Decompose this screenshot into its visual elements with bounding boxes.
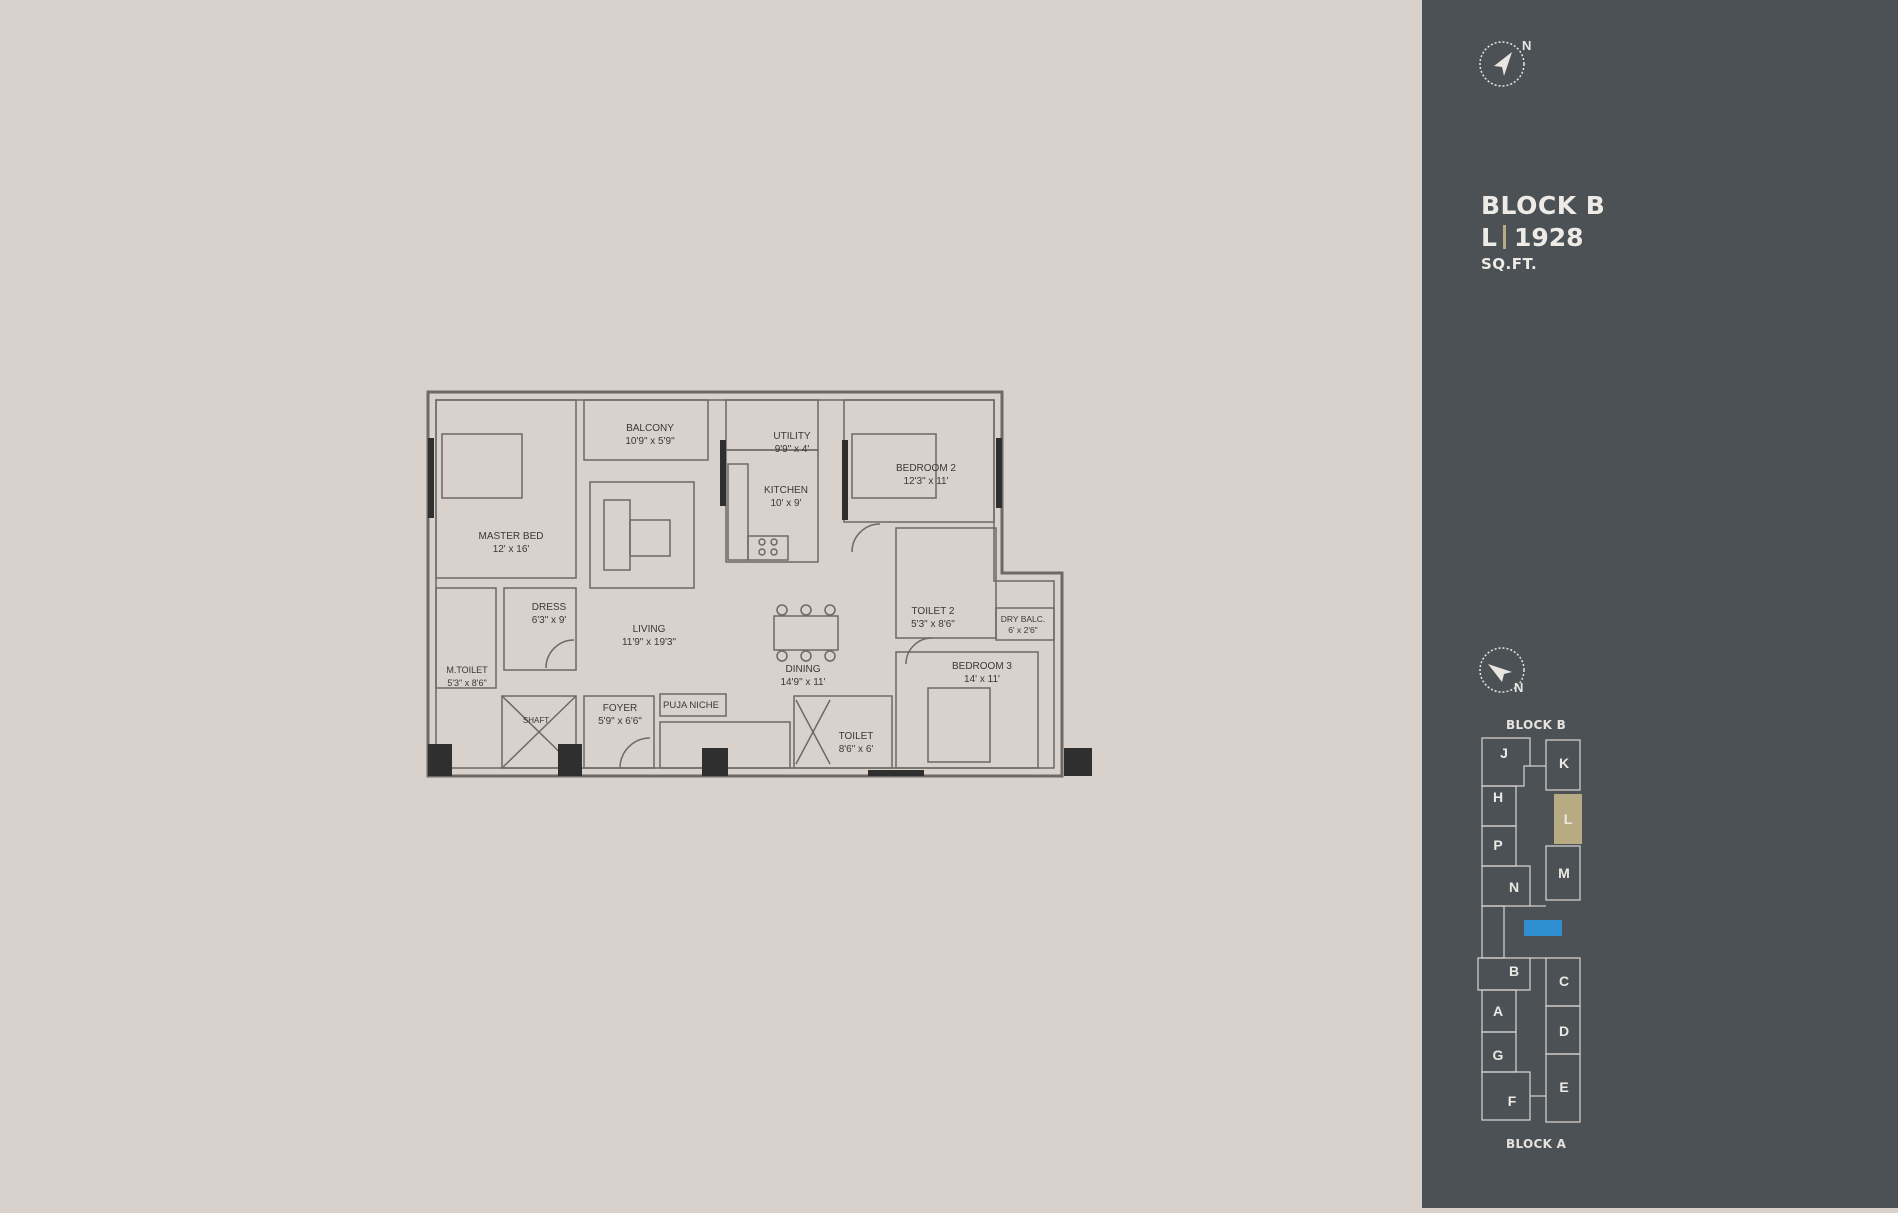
site-unit-a: A: [1493, 1003, 1503, 1019]
master-bed-furniture: [441, 433, 523, 499]
site-plan: J K H L P M N B C A D G E F: [1477, 737, 1582, 1123]
site-unit-n: N: [1509, 879, 1519, 895]
dry-balc-label: DRY BALC.: [1001, 614, 1046, 624]
toilet-label: TOILET: [839, 731, 874, 742]
m-toilet-size: 5'3" x 8'6": [447, 678, 486, 688]
m-toilet-label: M.TOILET: [446, 665, 488, 675]
unit-area-line: L 1928: [1481, 222, 1605, 254]
site-unit-f: F: [1508, 1093, 1517, 1109]
site-unit-g: G: [1493, 1047, 1504, 1063]
dress-size: 6'3" x 9': [532, 615, 567, 626]
site-unit-e: E: [1559, 1079, 1568, 1095]
dry-balc-size: 6' x 2'6": [1008, 625, 1037, 635]
site-top-label: BLOCK B: [1506, 718, 1567, 732]
utility-size: 9'9" x 4': [775, 444, 810, 455]
unit-info: BLOCK B L 1928 SQ.FT.: [1481, 190, 1605, 274]
master-bed-label: MASTER BED: [478, 531, 543, 542]
site-unit-k: K: [1559, 755, 1569, 771]
info-sidebar: N BLOCK B L 1928 SQ.FT. N BLOCK B J K H …: [1422, 0, 1898, 1208]
shaft-label: SHAFT: [523, 716, 549, 725]
toilet-size: 8'6" x 6': [839, 744, 874, 755]
block-name: BLOCK B: [1481, 191, 1606, 220]
bedroom2-room: [843, 399, 995, 523]
divider: [1502, 225, 1506, 249]
bedroom2-size: 12'3" x 11': [904, 476, 949, 487]
balcony-size: 10'9" x 5'9": [625, 436, 675, 447]
bedroom2-label: BEDROOM 2: [896, 463, 956, 474]
dining-table: [773, 615, 839, 651]
inner-wall-outline: [435, 399, 1055, 769]
dining-size: 14'9" x 11': [781, 677, 826, 688]
puja-label: PUJA NICHE: [663, 700, 719, 711]
unit-letter: L: [1481, 223, 1497, 252]
bedroom3-label: BEDROOM 3: [952, 661, 1012, 672]
site-unit-j: J: [1500, 745, 1508, 761]
compass-top-letter: N: [1522, 38, 1531, 53]
master-bed-size: 12' x 16': [493, 544, 530, 555]
dining-label: DINING: [786, 664, 821, 675]
living-size: 11'9" x 19'3": [622, 637, 677, 648]
pool: [1524, 920, 1562, 936]
site-unit-b: B: [1509, 963, 1519, 979]
living-label: LIVING: [633, 624, 666, 635]
floor-plan: BALCONY 10'9" x 5'9" UTILITY 9'9" x 4' K…: [426, 390, 1092, 778]
area-unit: SQ.FT.: [1481, 255, 1538, 273]
site-unit-h: H: [1493, 789, 1503, 805]
dry-balc-room: [995, 607, 1055, 641]
foyer-size: 5'9" x 6'6": [598, 716, 642, 727]
toilet2-size: 5'3" x 8'6": [911, 619, 955, 630]
kitchen-size: 10' x 9': [770, 498, 801, 509]
site-unit-l: L: [1564, 811, 1573, 827]
bedroom3-bed: [927, 687, 991, 763]
site-compass-icon: N: [1479, 647, 1525, 695]
dress-room: [503, 587, 577, 671]
foyer-label: FOYER: [603, 703, 637, 714]
north-compass-icon: N: [1479, 38, 1531, 87]
site-unit-m: M: [1558, 865, 1570, 881]
balcony-label: BALCONY: [626, 423, 674, 434]
toilet2-label: TOILET 2: [912, 606, 955, 617]
site-unit-c: C: [1559, 973, 1569, 989]
utility-label: UTILITY: [773, 431, 811, 442]
site-unit-p: P: [1493, 837, 1502, 853]
area-value: 1928: [1513, 223, 1584, 252]
kitchen-label: KITCHEN: [764, 485, 808, 496]
utility-room: [725, 399, 819, 451]
bedroom3-size: 14' x 11': [964, 674, 1000, 685]
site-bottom-label: BLOCK A: [1506, 1137, 1567, 1151]
sofa-set: [589, 481, 695, 589]
compass-bottom-letter: N: [1514, 680, 1523, 695]
floor-plan-area: BALCONY 10'9" x 5'9" UTILITY 9'9" x 4' K…: [0, 0, 1422, 1208]
dress-label: DRESS: [532, 602, 567, 613]
site-unit-d: D: [1559, 1023, 1569, 1039]
